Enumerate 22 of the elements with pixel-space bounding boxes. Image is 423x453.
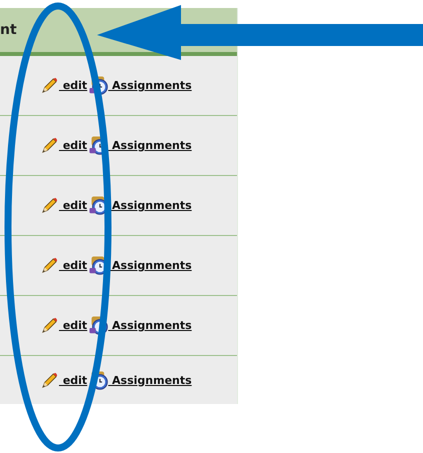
clock-icon [89,76,108,95]
assignments-link[interactable]: Assignments [108,374,192,386]
edit-link[interactable]: edit [59,374,88,386]
pencil-icon [40,316,59,335]
edit-link[interactable]: edit [59,319,88,332]
pencil-icon [40,76,59,95]
clock-icon [89,316,108,335]
assignments-link[interactable]: Assignments [108,79,192,92]
pencil-icon [40,370,59,390]
edit-link[interactable]: edit [59,259,88,272]
clock-icon [89,370,108,390]
column-header: nt [0,22,17,38]
assignments-link[interactable]: Assignments [108,259,192,272]
pencil-icon [40,256,59,275]
pencil-icon [40,136,59,155]
edit-link[interactable]: edit [59,139,88,152]
assignments-link[interactable]: Assignments [108,319,192,332]
assignments-link[interactable]: Assignments [108,139,192,152]
assignments-link[interactable]: Assignments [108,199,192,212]
edit-link[interactable]: edit [59,79,88,92]
pencil-icon [40,196,59,215]
edit-link[interactable]: edit [59,199,88,212]
